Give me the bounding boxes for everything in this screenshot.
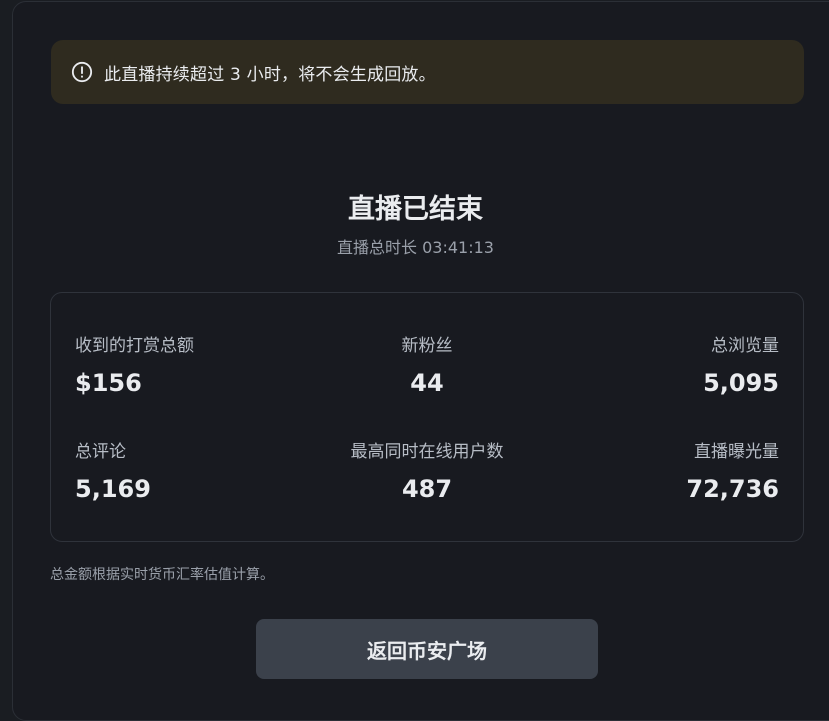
live-duration: 直播总时长 03:41:13 <box>337 238 494 257</box>
stats-card: 收到的打赏总额 $156 新粉丝 44 总浏览量 5,095 总评论 5,169… <box>50 292 804 542</box>
stat-total-comments: 总评论 5,169 <box>75 441 315 503</box>
replay-warning-banner: 此直播持续超过 3 小时，将不会生成回放。 <box>51 40 804 104</box>
stat-label: 总评论 <box>75 442 126 462</box>
exclamation-circle-icon <box>71 61 93 83</box>
page-title: 直播已结束 <box>348 194 483 225</box>
stat-total-views: 总浏览量 5,095 <box>539 335 779 397</box>
stat-label: 直播曝光量 <box>694 442 779 462</box>
currency-note: 总金额根据实时货币汇率估值计算。 <box>50 567 274 583</box>
stat-value: 487 <box>401 475 453 503</box>
stat-new-followers: 新粉丝 44 <box>307 335 547 397</box>
stat-value: 44 <box>410 369 444 397</box>
stat-total-tips: 收到的打赏总额 $156 <box>75 335 315 397</box>
warning-text: 此直播持续超过 3 小时，将不会生成回放。 <box>104 64 436 85</box>
stat-value: $156 <box>75 369 142 397</box>
stat-impressions: 直播曝光量 72,736 <box>539 441 779 503</box>
stat-peak-concurrent-users: 最高同时在线用户数 487 <box>307 441 547 503</box>
stat-value: 72,736 <box>686 475 779 503</box>
stat-label: 新粉丝 <box>401 336 453 356</box>
stat-value: 5,095 <box>703 369 779 397</box>
stat-value: 5,169 <box>75 475 151 503</box>
back-to-square-button[interactable]: 返回币安广场 <box>256 619 598 679</box>
stat-label: 最高同时在线用户数 <box>350 442 504 462</box>
stat-label: 总浏览量 <box>711 336 779 356</box>
live-ended-panel: 此直播持续超过 3 小时，将不会生成回放。 直播已结束 直播总时长 03:41:… <box>12 1 829 721</box>
stat-label: 收到的打赏总额 <box>75 336 194 356</box>
